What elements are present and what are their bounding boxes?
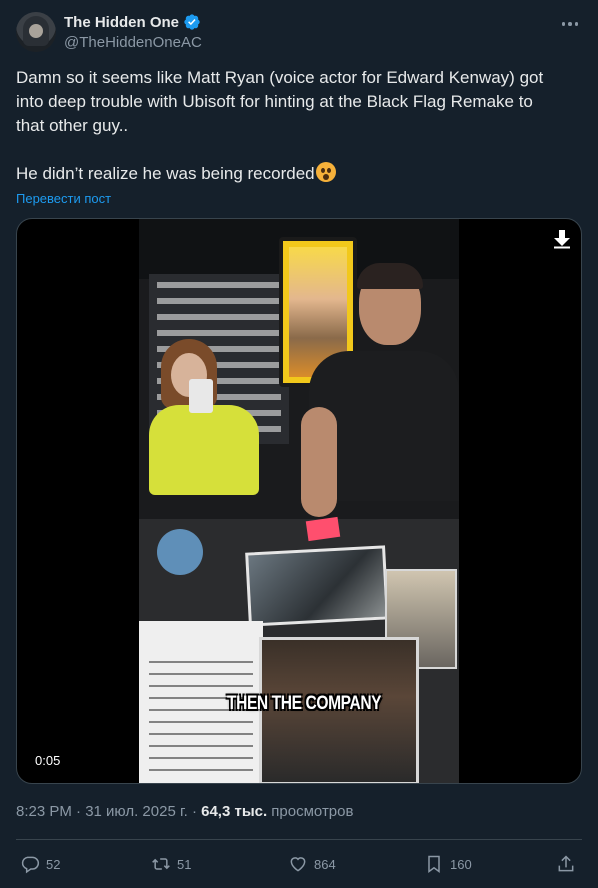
avatar-face-shape	[29, 24, 43, 38]
avatar[interactable]	[16, 12, 56, 52]
verified-badge-icon	[184, 14, 200, 30]
display-name[interactable]: The Hidden One	[64, 14, 179, 31]
reply-button[interactable]: 52	[20, 851, 60, 877]
bookmark-count: 160	[450, 856, 472, 872]
action-bar: 52 51 864 160	[16, 851, 582, 877]
post-text: Damn so it seems like Matt Ryan (voice a…	[16, 66, 556, 186]
repost-button[interactable]: 51	[151, 851, 191, 877]
astonished-face-emoji-icon	[315, 162, 336, 182]
post-text-paragraph-1: Damn so it seems like Matt Ryan (voice a…	[16, 68, 548, 135]
share-icon	[558, 855, 574, 872]
scene-man-figure	[299, 263, 459, 517]
repost-count: 51	[177, 856, 192, 872]
reply-count: 52	[46, 856, 61, 872]
author-handle[interactable]: @TheHiddenOneAC	[64, 34, 202, 51]
author-names: The Hidden One @TheHiddenOneAC	[64, 13, 202, 52]
reply-icon	[21, 856, 40, 874]
divider	[16, 839, 582, 840]
video-subtitle: THEN THE COMPANY	[227, 693, 382, 714]
bookmark-icon	[428, 855, 440, 873]
heart-icon	[290, 857, 306, 872]
translate-post-link[interactable]: Перевести пост	[16, 191, 111, 206]
more-options-icon[interactable]	[558, 14, 582, 34]
download-arrow-icon[interactable]	[553, 229, 571, 249]
video-duration-badge: 0:05	[29, 751, 67, 770]
post-header: The Hidden One @TheHiddenOneAC	[16, 12, 582, 56]
repost-icon	[152, 858, 170, 870]
post-text-paragraph-2: He didn’t realize he was being recorded	[16, 164, 315, 183]
video-player[interactable]: THEN THE COMPANY 0:05	[16, 218, 582, 784]
like-count: 864	[314, 856, 336, 872]
views-count: 64,3 тыс.	[201, 803, 268, 820]
scene-woman-figure	[149, 339, 269, 539]
views-label: просмотров	[267, 803, 354, 820]
scene-fan	[157, 529, 203, 575]
scene-photo-print	[245, 545, 389, 627]
display-name-row: The Hidden One	[64, 13, 202, 31]
post-meta: 8:23 PM · 31 июл. 2025 г. · 64,3 тыс. пр…	[16, 803, 353, 820]
video-frame[interactable]: THEN THE COMPANY	[139, 219, 459, 783]
post-timestamp[interactable]: 8:23 PM · 31 июл. 2025 г. ·	[16, 803, 201, 820]
share-button[interactable]	[556, 851, 576, 877]
bookmark-button[interactable]: 160	[424, 851, 472, 877]
like-button[interactable]: 864	[288, 851, 336, 877]
